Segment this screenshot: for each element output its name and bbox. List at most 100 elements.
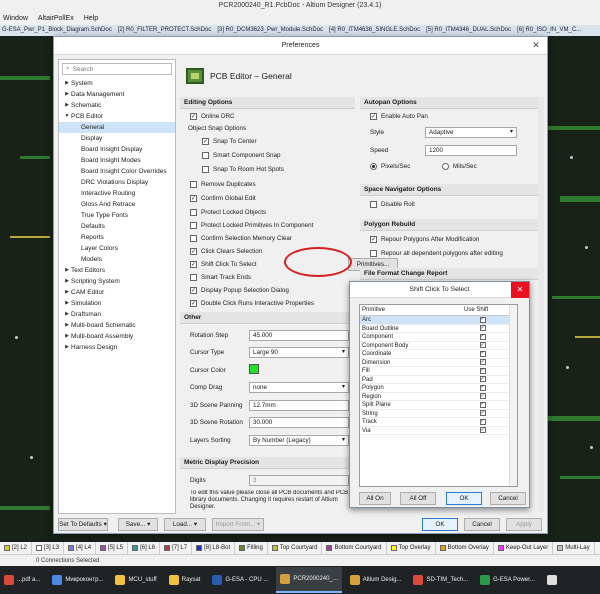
comp-drag-select[interactable]: none xyxy=(249,382,349,393)
tree-item[interactable]: ▼ PCB Editor xyxy=(59,111,175,122)
use-shift-checkbox[interactable]: ✓ xyxy=(479,393,486,400)
taskbar-item[interactable]: MCU_stuff xyxy=(111,567,160,593)
chevron-right-icon[interactable]: ▶ xyxy=(63,342,71,353)
snap-to-center-checkbox[interactable]: ✓ Snap To Center xyxy=(202,138,257,145)
layer-tab[interactable]: [3] L3 xyxy=(32,542,65,554)
taskbar-item[interactable]: Raysat xyxy=(165,567,205,593)
table-row[interactable]: Board Outline ✓ xyxy=(360,325,517,333)
tree-item[interactable]: General xyxy=(59,122,175,133)
table-row[interactable]: Fill ✓ xyxy=(360,367,517,376)
taskbar-item[interactable]: PCR2000240_... xyxy=(276,567,342,593)
set-to-defaults-button[interactable]: Set To Defaults ▾ xyxy=(58,518,108,531)
taskbar-item[interactable] xyxy=(543,567,564,593)
taskbar-item[interactable]: G-ESA Power... xyxy=(476,567,539,593)
confirm-global-edit-checkbox[interactable]: ✓ Confirm Global Edit xyxy=(190,195,256,202)
use-shift-checkbox[interactable]: ✓ xyxy=(479,401,486,408)
layer-tab[interactable]: [7] L7 xyxy=(160,542,193,554)
chevron-right-icon[interactable]: ▶ xyxy=(63,265,71,276)
layer-tab[interactable]: Keep-Out Layer xyxy=(494,542,554,554)
autopan-style-select[interactable]: Adaptive xyxy=(425,127,517,138)
click-clears-selection-checkbox[interactable]: ✓ Click Clears Selection xyxy=(190,248,262,255)
use-shift-checkbox[interactable]: ✓ xyxy=(479,427,486,434)
use-shift-checkbox[interactable]: ✓ xyxy=(479,342,486,349)
enable-auto-pan-checkbox[interactable]: ✓ Enable Auto Pan xyxy=(370,113,428,120)
table-row[interactable]: Track ✓ xyxy=(360,418,517,427)
chevron-right-icon[interactable]: ▶ xyxy=(63,320,71,331)
tree-item[interactable]: Models xyxy=(59,254,175,265)
close-icon[interactable]: ✕ xyxy=(511,282,529,298)
table-row[interactable]: Component Body ✓ xyxy=(360,342,517,350)
layer-tab[interactable]: Top Overlay xyxy=(387,542,436,554)
tree-item[interactable]: ▶ System xyxy=(59,78,175,89)
remove-duplicates-checkbox[interactable]: Remove Duplicates xyxy=(190,181,256,188)
layer-tab[interactable]: [4] L4 xyxy=(64,542,97,554)
chevron-right-icon[interactable]: ▶ xyxy=(63,298,71,309)
taskbar-item[interactable]: Микроконтр... xyxy=(48,567,107,593)
tree-item[interactable]: Interactive Routing xyxy=(59,188,175,199)
chevron-right-icon[interactable]: ▶ xyxy=(63,78,71,89)
display-popup-selection-checkbox[interactable]: ✓ Display Popup Selection Dialog xyxy=(190,287,289,294)
shift-click-to-select-checkbox[interactable]: ✓ Shift Click To Select xyxy=(190,261,257,268)
table-row[interactable]: Component ✓ xyxy=(360,333,517,342)
all-on-button[interactable]: All On xyxy=(359,492,391,505)
use-shift-checkbox[interactable]: ✓ xyxy=(479,333,486,340)
tree-item[interactable]: DRC Violations Display xyxy=(59,177,175,188)
document-tab[interactable]: G-ESA_Pwr_P1_Block_Diagram.SchDoc xyxy=(2,25,112,36)
tree-item[interactable]: ▶ Scripting System xyxy=(59,276,175,287)
document-tab[interactable]: [3] R0_DCM3623_Pwr_Module.SchDoc xyxy=(217,25,323,36)
chevron-down-icon[interactable]: ▼ xyxy=(63,111,71,122)
use-shift-checkbox[interactable]: ✓ xyxy=(479,376,486,383)
menu-item[interactable]: AltairPollEx xyxy=(38,12,74,25)
use-shift-checkbox[interactable]: ✓ xyxy=(479,367,486,374)
table-row[interactable]: Pad ✓ xyxy=(360,376,517,384)
layer-tab[interactable]: [5] L5 xyxy=(96,542,129,554)
disable-roll-checkbox[interactable]: Disable Roll xyxy=(370,201,415,208)
tree-item[interactable]: Reports xyxy=(59,232,175,243)
tree-item[interactable]: Layer Colors xyxy=(59,243,175,254)
document-tab[interactable]: [6] R0_ISO_IN_VM_C... xyxy=(517,25,581,36)
digits-input[interactable]: 3 xyxy=(249,475,349,486)
use-shift-checkbox[interactable]: ✓ xyxy=(479,350,486,357)
cancel-button[interactable]: Cancel xyxy=(464,518,500,531)
use-shift-checkbox[interactable]: ✓ xyxy=(479,418,486,425)
menu-item[interactable]: Window xyxy=(3,12,28,25)
tree-item[interactable]: ▶ CAM Editor xyxy=(59,287,175,298)
table-row[interactable]: Dimension ✓ xyxy=(360,359,517,367)
rotation-step-input[interactable]: 45.000 xyxy=(249,330,349,341)
taskbar-item[interactable]: Altium Desig... xyxy=(346,567,406,593)
layer-tab[interactable]: Filling xyxy=(235,542,268,554)
all-off-button[interactable]: All Off xyxy=(400,492,436,505)
use-shift-checkbox[interactable]: ✓ xyxy=(479,325,486,332)
apply-button[interactable]: Apply xyxy=(506,518,542,531)
use-shift-checkbox[interactable]: ✓ xyxy=(479,359,486,366)
document-tab[interactable]: [5] R0_ITM4346_DUAL.SchDoc xyxy=(426,25,511,36)
import-from-button[interactable]: Import From... ▾ xyxy=(212,518,264,531)
close-icon[interactable]: ✕ xyxy=(529,39,543,52)
use-shift-checkbox[interactable]: ✓ xyxy=(479,410,486,417)
tree-item[interactable]: ▶ Text Editors xyxy=(59,265,175,276)
tree-search-input[interactable]: ⌕ Search xyxy=(62,63,172,75)
taskbar-item[interactable]: ...pdf a... xyxy=(0,567,44,593)
table-row[interactable]: String ✓ xyxy=(360,410,517,418)
smart-track-ends-checkbox[interactable]: Smart Track Ends xyxy=(190,274,251,281)
use-shift-checkbox[interactable]: ✓ xyxy=(479,384,486,391)
taskbar-item[interactable]: G-ESA - CPU ... xyxy=(208,567,272,593)
tree-item[interactable]: ▶ Harness Design xyxy=(59,342,175,353)
table-row[interactable]: Via ✓ xyxy=(360,427,517,435)
document-tab[interactable]: [4] R0_ITM4636_SINGLE.SchDoc xyxy=(329,25,420,36)
tree-item[interactable]: ▶ Multi-board Assembly xyxy=(59,331,175,342)
table-scrollbar[interactable] xyxy=(509,305,517,486)
tree-item[interactable]: Gloss And Retrace xyxy=(59,199,175,210)
tree-item[interactable]: ▶ Multi-board Schematic xyxy=(59,320,175,331)
content-scrollbar[interactable] xyxy=(538,97,544,512)
taskbar-item[interactable]: SD-TIM_Tech... xyxy=(409,567,472,593)
protect-locked-objects-checkbox[interactable]: Protect Locked Objects xyxy=(190,209,266,216)
tree-item[interactable]: Board Insight Color Overrides xyxy=(59,166,175,177)
repour-after-modification-checkbox[interactable]: ✓ Repour Polygons After Modification xyxy=(370,236,479,243)
layers-sorting-select[interactable]: By Number (Legacy) xyxy=(249,435,349,446)
layer-tab[interactable]: [2] L2 xyxy=(0,542,33,554)
double-click-runs-interactive-checkbox[interactable]: ✓ Double Click Runs Interactive Propertie… xyxy=(190,300,314,307)
layer-tab[interactable]: Bottom Overlay xyxy=(436,542,494,554)
layer-tab[interactable]: Multi-Lay xyxy=(553,542,595,554)
tree-item[interactable]: Display xyxy=(59,133,175,144)
